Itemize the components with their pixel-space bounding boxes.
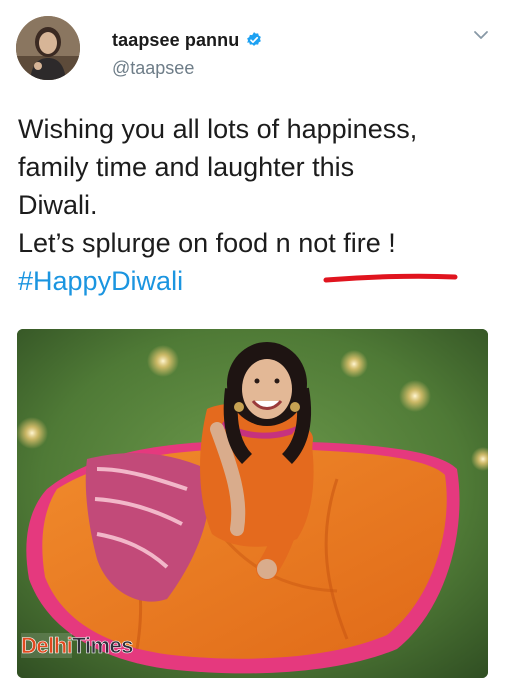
watermark-part2: Times (72, 633, 134, 658)
avatar[interactable] (16, 16, 80, 80)
watermark-part1: Delhi (21, 633, 73, 658)
tweet-card: taapsee pannu @taapsee Wishing you all l… (0, 0, 505, 680)
tweet-media-image[interactable]: DelhiTimes (17, 329, 488, 678)
red-underline-annotation (323, 271, 458, 285)
diya-lamp (147, 345, 179, 377)
name-row: taapsee pannu (112, 30, 263, 50)
verified-badge-icon (245, 31, 263, 49)
tweet-text-line: family time and laughter this (18, 152, 355, 182)
diya-lamp (340, 350, 368, 378)
avatar-photo (16, 16, 80, 80)
tweet-text-line: Diwali. (18, 190, 98, 220)
diya-lamp (399, 380, 431, 412)
tweet-text-line: Wishing you all lots of happiness, (18, 114, 418, 144)
user-handle[interactable]: @taapsee (112, 58, 194, 79)
diya-lamp (17, 417, 48, 449)
display-name[interactable]: taapsee pannu (112, 30, 239, 51)
tweet-text-line: Let’s splurge on food n not fire ! (18, 228, 396, 258)
delhi-times-watermark: DelhiTimes (21, 633, 134, 658)
chevron-down-icon[interactable] (470, 26, 492, 44)
diwali-photo (17, 329, 488, 678)
